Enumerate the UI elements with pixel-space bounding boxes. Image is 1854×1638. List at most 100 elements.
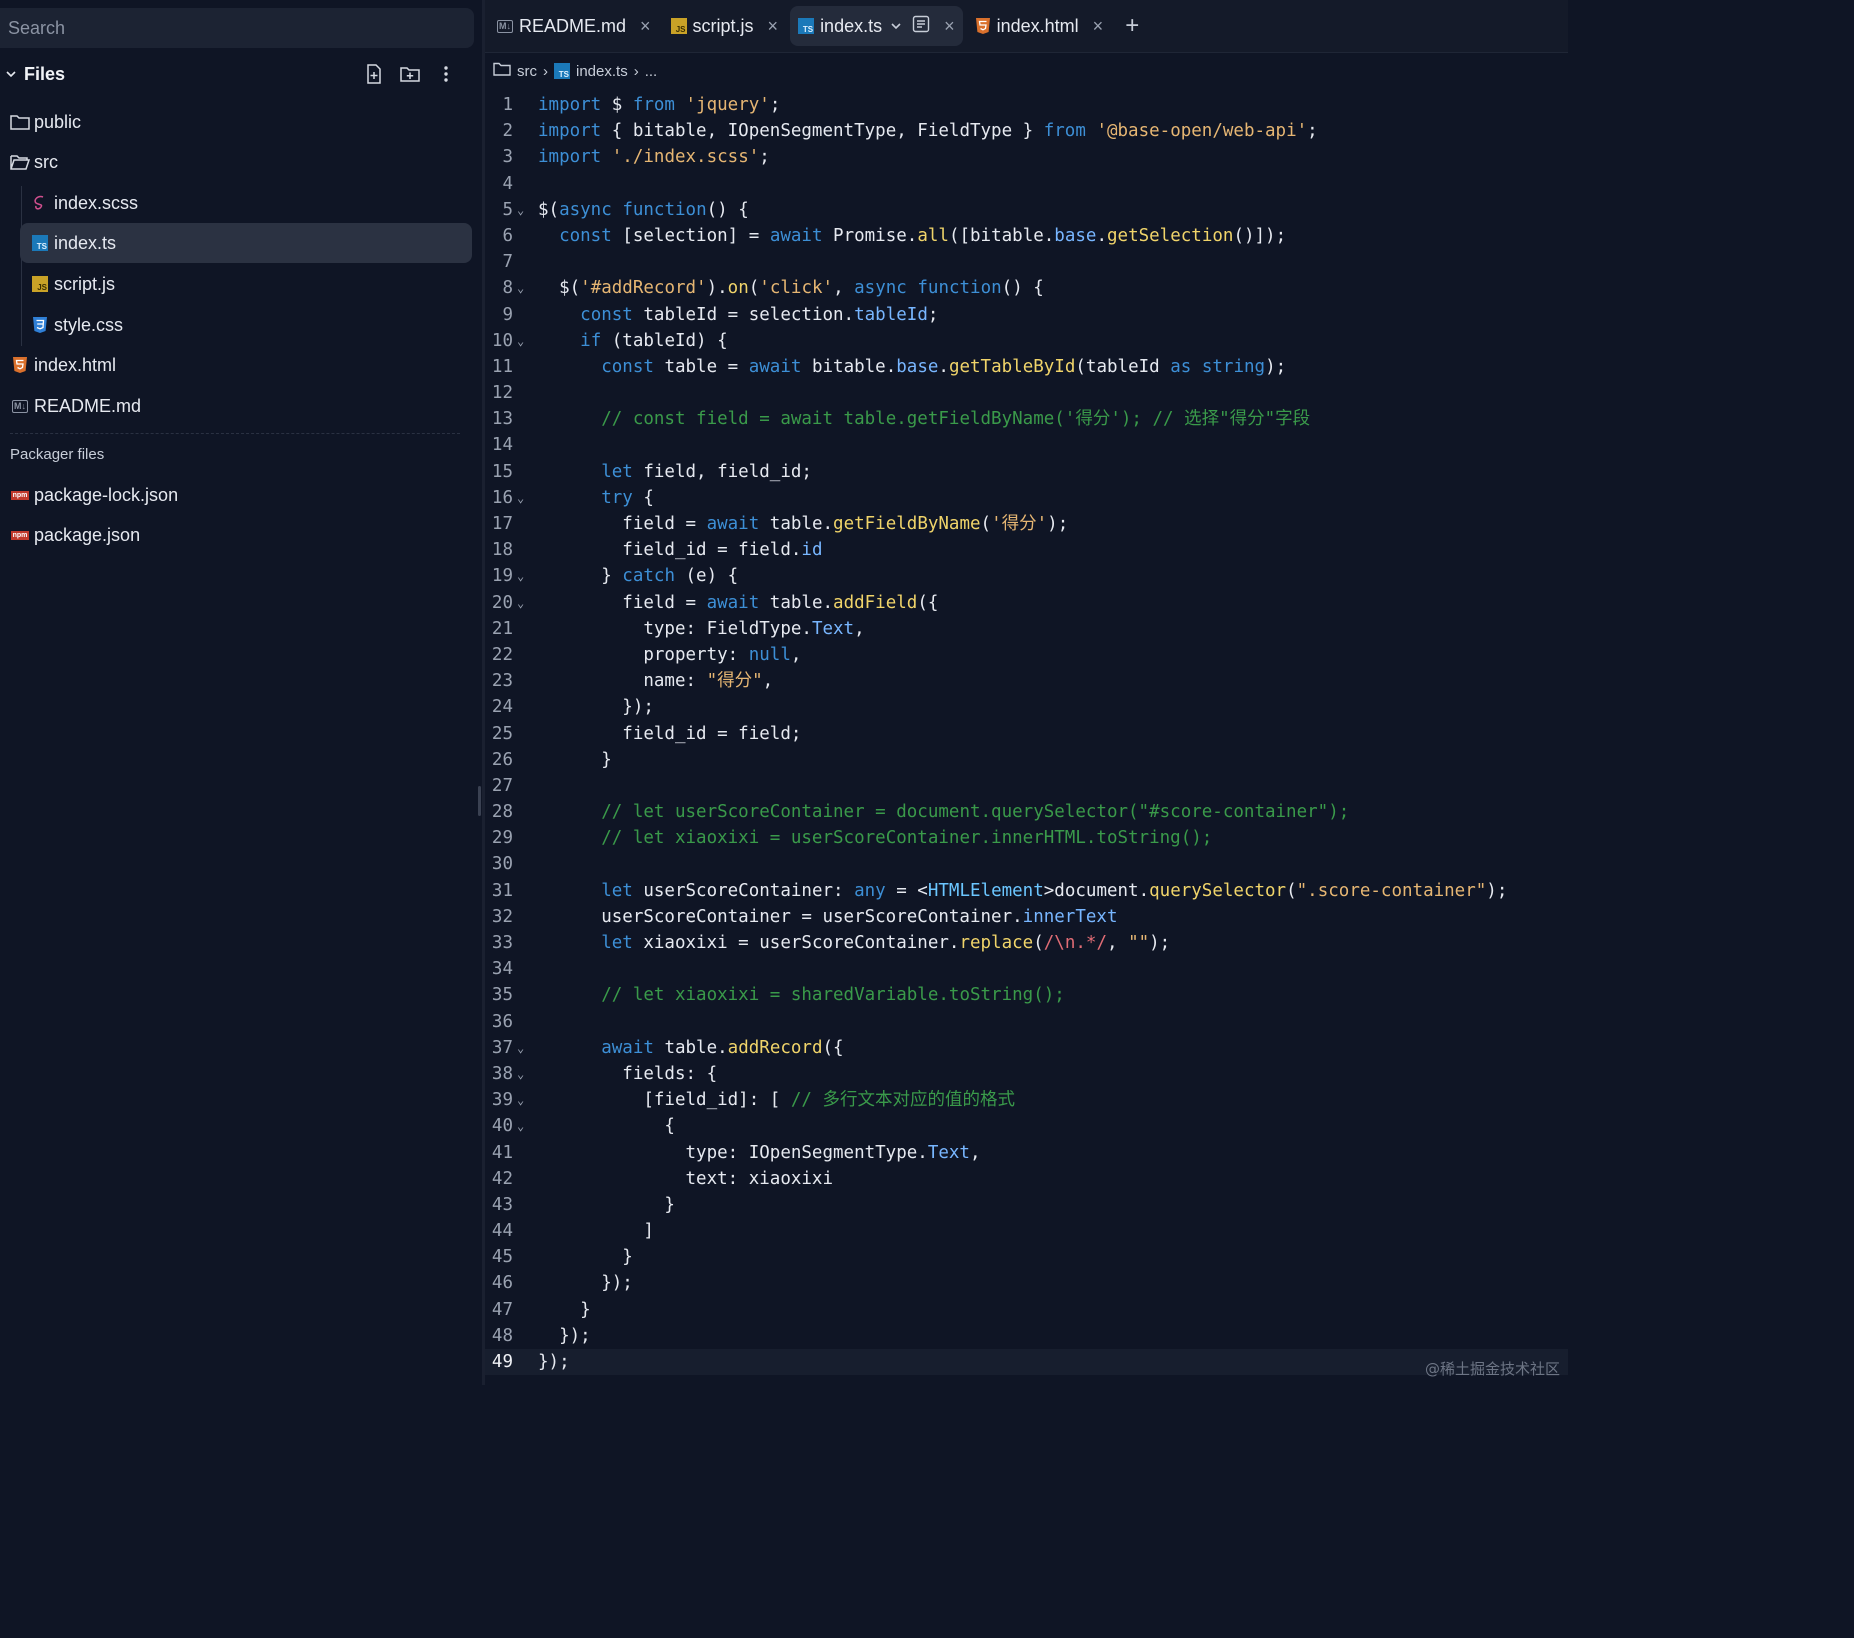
folder-icon [493,62,511,80]
code-line[interactable]: 13 // const field = await table.getField… [485,406,1568,432]
code-line[interactable]: 37 ⌄ await table.addRecord({ [485,1035,1568,1061]
code-line[interactable]: 25 field_id = field; [485,721,1568,747]
code-line[interactable]: 20 ⌄ field = await table.addField({ [485,590,1568,616]
code-text: $(async function() { [538,199,749,220]
tree-item-index-ts[interactable]: TS index.ts [20,223,472,263]
code-line[interactable]: 34 [485,956,1568,982]
code-line[interactable]: 36 [485,1009,1568,1035]
tab-script-js[interactable]: JS script.js × [663,6,787,46]
fold-chevron-icon[interactable]: ⌄ [517,1113,524,1139]
close-icon[interactable]: × [944,16,955,37]
code-line[interactable]: 24 }); [485,694,1568,720]
code-line[interactable]: 6 const [selection] = await Promise.all(… [485,223,1568,249]
code-line[interactable]: 10 ⌄ if (tableId) { [485,328,1568,354]
code-line[interactable]: 1 import $ from 'jquery'; [485,92,1568,118]
search-input[interactable] [0,16,474,40]
tree-item-style-css[interactable]: style.css [30,305,470,345]
code-line[interactable]: 30 [485,851,1568,877]
add-tab-icon[interactable]: + [1125,12,1139,40]
code-line[interactable]: 5 ⌄ $(async function() { [485,197,1568,223]
code-line[interactable]: 14 [485,432,1568,458]
tree-item-index-html[interactable]: index.html [10,345,470,385]
code-line[interactable]: 45 } [485,1244,1568,1270]
code-area[interactable]: 1 import $ from 'jquery'; 2 import { bitabl… [485,92,1568,1376]
code-text: import './index.scss'; [538,147,770,168]
more-icon[interactable] [434,62,458,86]
code-line[interactable]: 4 [485,171,1568,197]
tree-item-package-lock[interactable]: npm package-lock.json [10,475,470,515]
code-line[interactable]: 11 const table = await bitable.base.getT… [485,354,1568,380]
code-line[interactable]: 28 // let userScoreContainer = document.… [485,799,1568,825]
tab-index-ts[interactable]: TS index.ts × [790,6,963,46]
code-text: fields: { [538,1063,718,1084]
new-folder-icon[interactable] [398,62,422,86]
code-line[interactable]: 44 ] [485,1218,1568,1244]
code-line[interactable]: 38 ⌄ fields: { [485,1061,1568,1087]
code-line[interactable]: 27 [485,773,1568,799]
close-icon[interactable]: × [768,16,779,37]
code-line[interactable]: 8 ⌄ $('#addRecord').on('click', async fun… [485,275,1568,301]
code-line[interactable]: 43 } [485,1192,1568,1218]
fold-chevron-icon[interactable]: ⌄ [517,1061,524,1087]
breadcrumb-folder[interactable]: src [517,63,537,80]
tab-index-html[interactable]: index.html × [967,6,1112,46]
close-icon[interactable]: × [640,16,651,37]
code-line[interactable]: 9 const tableId = selection.tableId; [485,302,1568,328]
tree-item-label: package-lock.json [34,484,179,505]
breadcrumb-more[interactable]: ... [645,63,658,80]
code-line[interactable]: 17 field = await table.getFieldByName('得… [485,511,1568,537]
breadcrumb-file[interactable]: index.ts [576,63,628,80]
code-line[interactable]: 16 ⌄ try { [485,485,1568,511]
fold-chevron-icon[interactable]: ⌄ [517,1087,524,1113]
new-file-icon[interactable] [362,62,386,86]
code-line[interactable]: 35 // let xiaoxixi = sharedVariable.toSt… [485,982,1568,1008]
code-line[interactable]: 2 import { bitable, IOpenSegmentType, Fie… [485,118,1568,144]
tree-item-src[interactable]: src [10,142,470,182]
code-line[interactable]: 7 [485,249,1568,275]
watermark: @稀土掘金技术社区 [1424,1360,1560,1378]
code-line[interactable]: 32 userScoreContainer = userScoreContain… [485,904,1568,930]
fold-chevron-icon[interactable]: ⌄ [517,328,524,354]
files-section-header[interactable]: Files [0,58,474,90]
code-line[interactable]: 46 }); [485,1270,1568,1296]
code-line[interactable]: 3 import './index.scss'; [485,144,1568,170]
code-line[interactable]: 22 property: null, [485,642,1568,668]
code-line[interactable]: 12 [485,380,1568,406]
code-line[interactable]: 33 let xiaoxixi = userScoreContainer.rep… [485,930,1568,956]
search-box[interactable] [0,8,474,48]
tree-item-readme[interactable]: M↓ README.md [10,386,470,426]
document-outline-icon[interactable] [912,15,930,38]
code-line[interactable]: 29 // let xiaoxixi = userScoreContainer.… [485,825,1568,851]
chevron-down-icon[interactable] [890,16,902,37]
code-line[interactable]: 26 } [485,747,1568,773]
folder-icon [10,112,30,132]
code-line[interactable]: 40 ⌄ { [485,1113,1568,1139]
code-line[interactable]: 47 } [485,1297,1568,1323]
code-line[interactable]: 49}); [485,1349,1568,1376]
fold-chevron-icon[interactable]: ⌄ [517,485,524,511]
line-number: 17 [491,514,513,534]
tree-item-script-js[interactable]: JS script.js [30,264,470,304]
code-line[interactable]: 48 }); [485,1323,1568,1349]
fold-chevron-icon[interactable]: ⌄ [517,563,524,589]
tree-item-public[interactable]: public [10,102,470,142]
splitter-handle[interactable] [478,786,481,816]
code-line[interactable]: 19 ⌄ } catch (e) { [485,563,1568,589]
code-line[interactable]: 18 field_id = field.id [485,537,1568,563]
close-icon[interactable]: × [1093,16,1104,37]
code-line[interactable]: 15 let field, field_id; [485,459,1568,485]
code-line[interactable]: 31 let userScoreContainer: any = <HTMLEl… [485,878,1568,904]
tree-item-package-json[interactable]: npm package.json [10,515,470,555]
code-line[interactable]: 23 name: "得分", [485,668,1568,694]
tree-item-index-scss[interactable]: index.scss [30,183,470,223]
fold-chevron-icon[interactable]: ⌄ [517,275,524,301]
code-line[interactable]: 42 text: xiaoxixi [485,1166,1568,1192]
chevron-down-icon[interactable] [0,68,22,80]
code-line[interactable]: 41 type: IOpenSegmentType.Text, [485,1140,1568,1166]
tab-readme[interactable]: M↓ README.md × [489,6,659,46]
fold-chevron-icon[interactable]: ⌄ [517,590,524,616]
code-line[interactable]: 39 ⌄ [field_id]: [ // 多行文本对应的值的格式 [485,1087,1568,1113]
fold-chevron-icon[interactable]: ⌄ [517,1035,524,1061]
code-line[interactable]: 21 type: FieldType.Text, [485,616,1568,642]
fold-chevron-icon[interactable]: ⌄ [517,197,524,223]
